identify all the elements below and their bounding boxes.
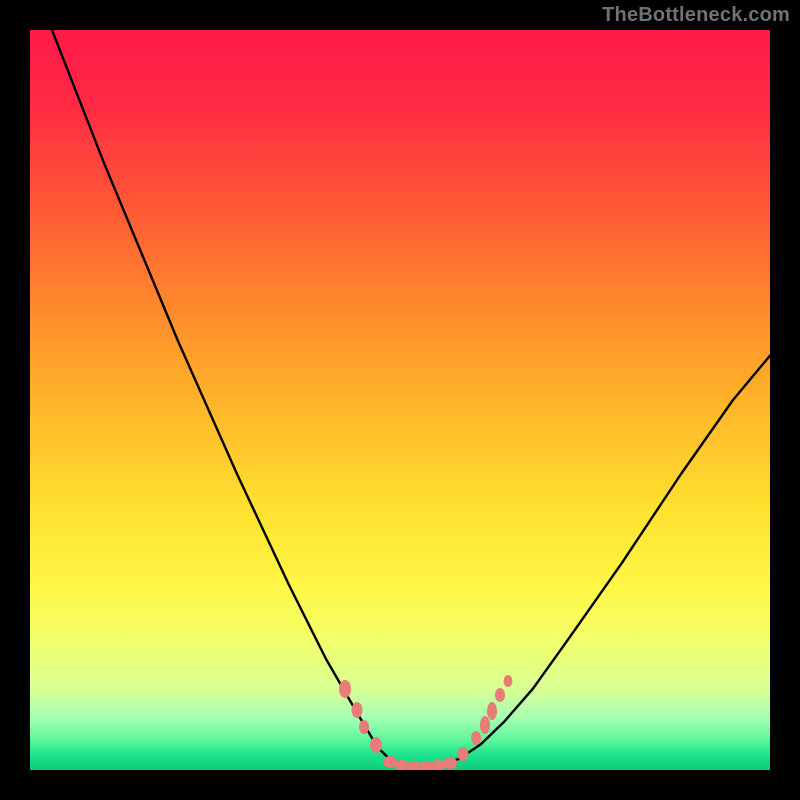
marker-dot <box>487 702 497 720</box>
marker-dot <box>395 760 409 770</box>
marker-dot <box>407 761 421 770</box>
plot-area <box>30 30 770 770</box>
marker-dot <box>495 688 505 702</box>
marker-dot <box>339 680 351 698</box>
marker-dot <box>480 716 490 734</box>
marker-dot <box>458 747 469 761</box>
watermark-text: TheBottleneck.com <box>602 4 790 27</box>
marker-dot <box>370 737 382 753</box>
marker-dot <box>431 760 445 770</box>
marker-dot <box>504 675 513 687</box>
chart-frame: TheBottleneck.com <box>0 0 800 800</box>
chart-svg <box>30 30 770 770</box>
marker-dot <box>352 702 363 718</box>
marker-dot <box>383 756 397 768</box>
marker-dot <box>419 761 433 770</box>
marker-dot <box>359 720 369 734</box>
bottleneck-curve <box>52 30 770 770</box>
marker-dot <box>443 757 457 769</box>
marker-group <box>339 675 513 770</box>
marker-dot <box>471 731 481 745</box>
